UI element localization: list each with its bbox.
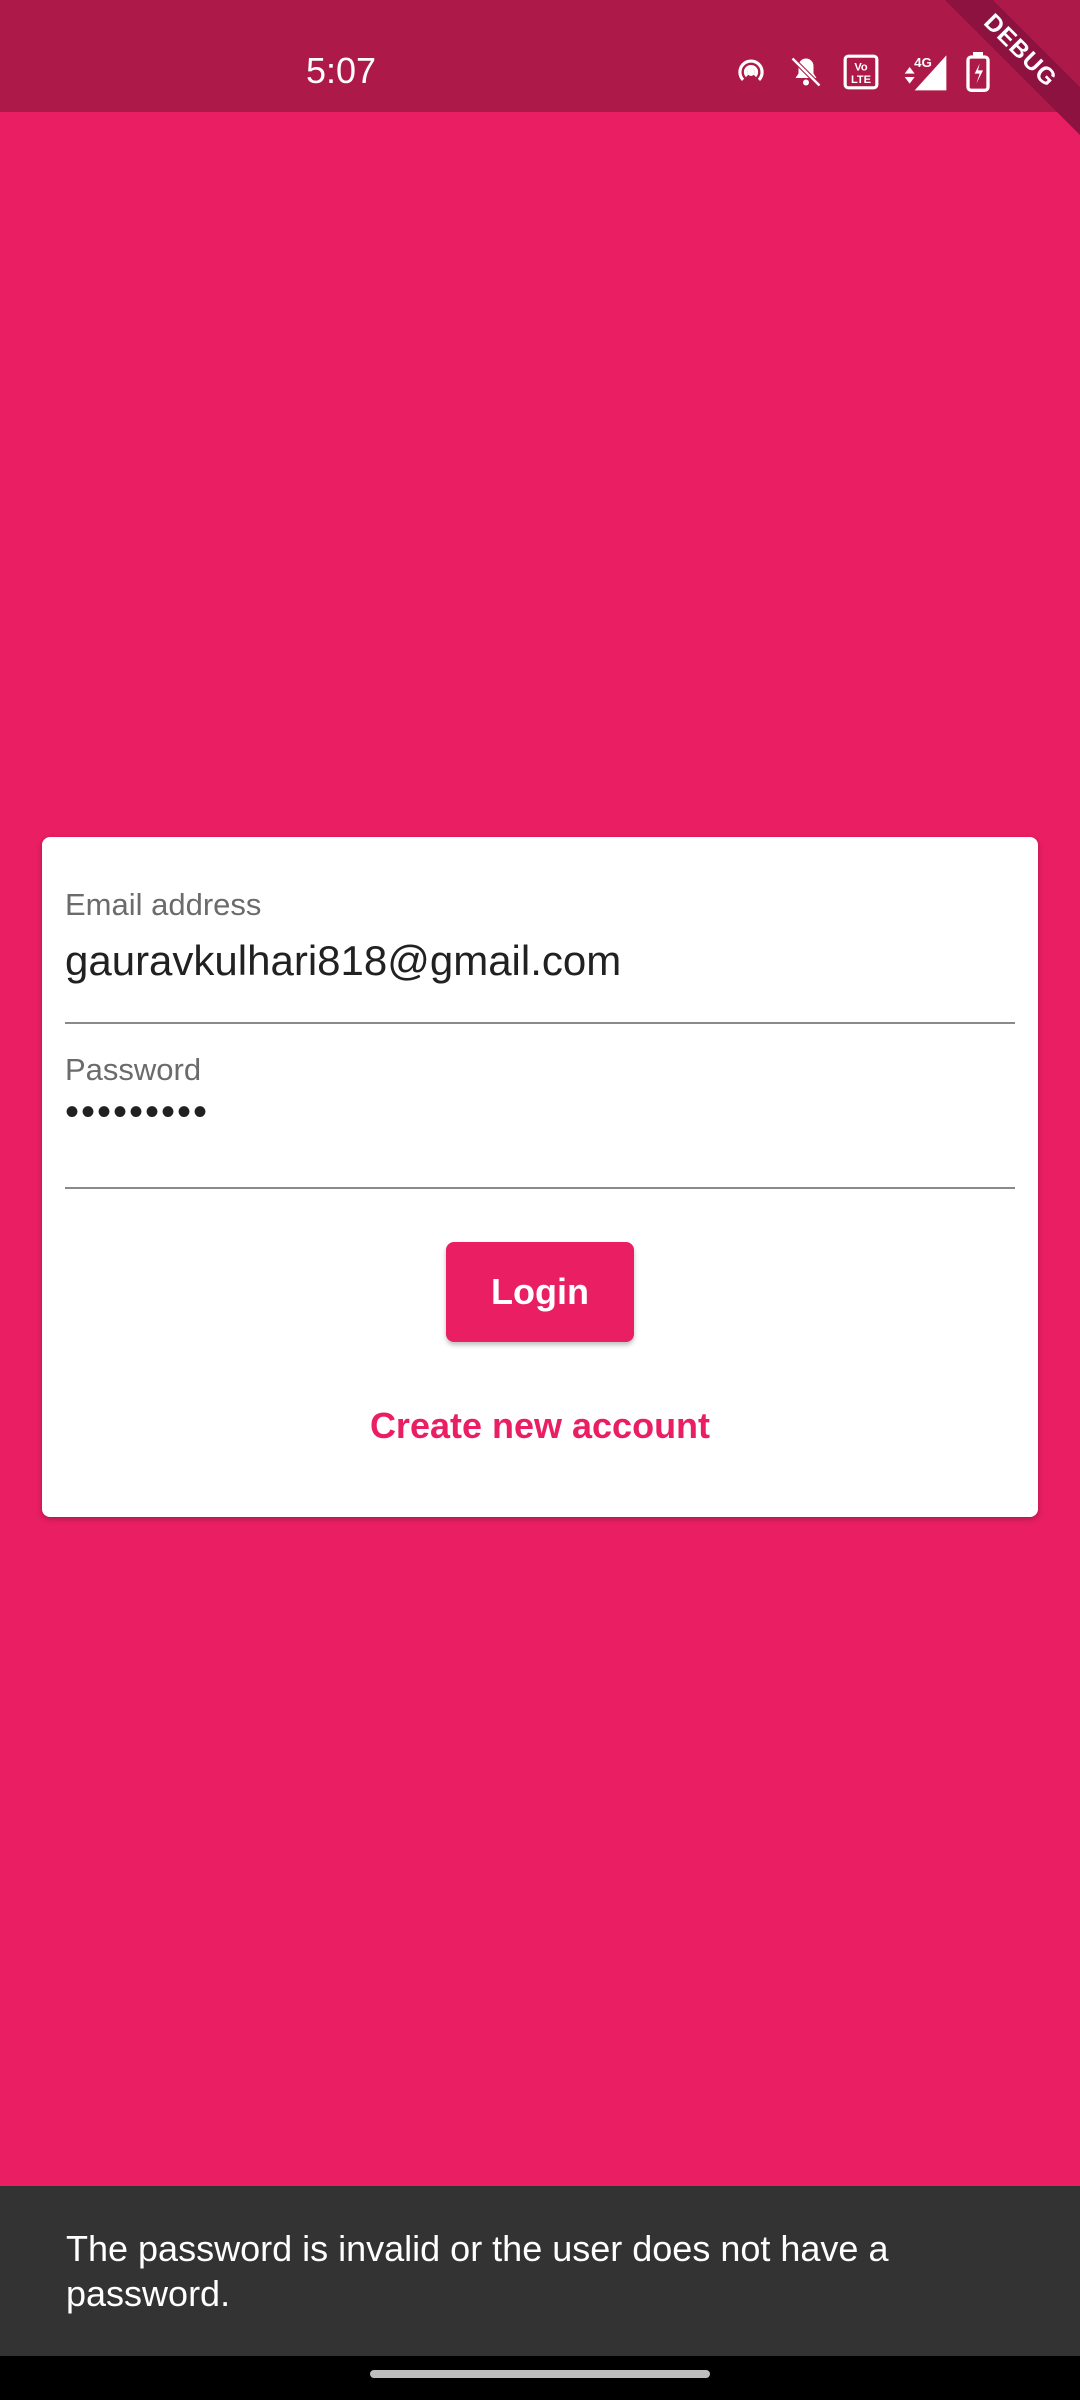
login-card: Email address gauravkulhari818@gmail.com… <box>42 837 1038 1517</box>
navigation-bar <box>0 2356 1080 2400</box>
signal-4g-icon: 4G <box>898 52 948 92</box>
create-account-link[interactable]: Create new account <box>42 1405 1038 1447</box>
status-icons: Vo LTE 4G <box>732 50 990 94</box>
battery-charging-icon <box>966 52 990 92</box>
email-label: Email address <box>65 887 262 922</box>
svg-text:LTE: LTE <box>851 74 871 86</box>
svg-text:4G: 4G <box>914 55 932 70</box>
gesture-handle[interactable] <box>370 2370 710 2378</box>
volte-icon: Vo LTE <box>842 53 880 91</box>
status-bar: 5:07 Vo LTE 4G <box>0 0 1080 112</box>
email-field[interactable]: Email address gauravkulhari818@gmail.com <box>65 887 1015 1027</box>
email-input[interactable]: gauravkulhari818@gmail.com <box>65 937 621 985</box>
snackbar-message: The password is invalid or the user does… <box>66 2228 889 2314</box>
bell-off-icon <box>788 53 824 91</box>
svg-text:Vo: Vo <box>854 61 868 73</box>
password-field[interactable]: Password ••••••••• <box>65 1052 1015 1192</box>
status-time: 5:07 <box>306 50 377 91</box>
hotspot-icon <box>732 53 770 91</box>
password-input[interactable]: ••••••••• <box>65 1090 209 1135</box>
login-button[interactable]: Login <box>446 1242 634 1342</box>
password-underline <box>65 1187 1015 1189</box>
password-label: Password <box>65 1052 202 1087</box>
snackbar: The password is invalid or the user does… <box>0 2186 1080 2356</box>
email-underline <box>65 1022 1015 1024</box>
